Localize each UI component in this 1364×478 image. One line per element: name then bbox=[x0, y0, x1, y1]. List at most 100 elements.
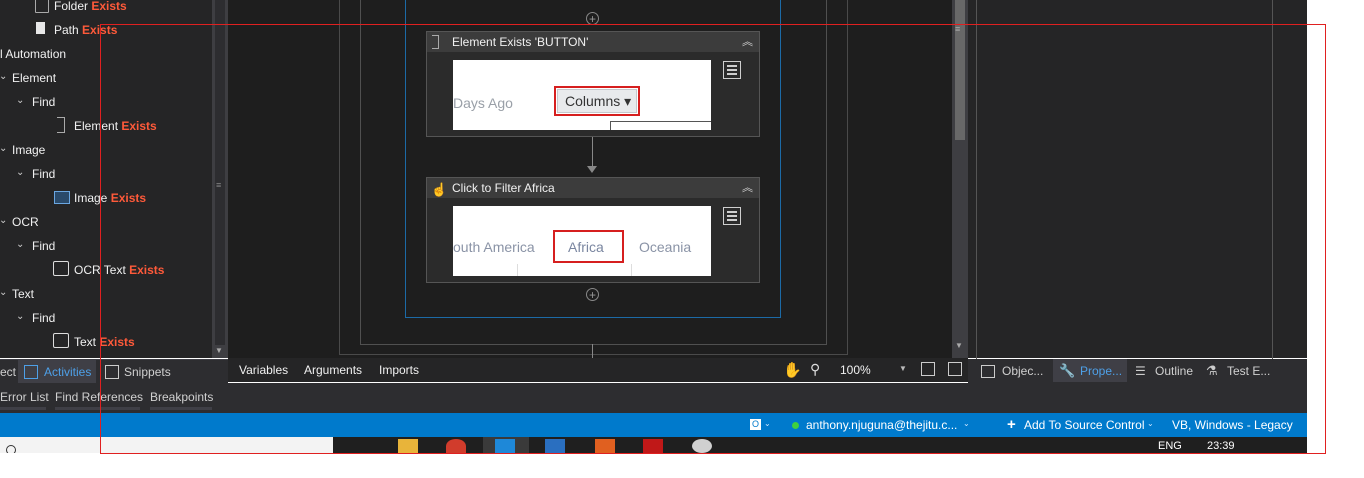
chevron-down-icon[interactable]: ⌄ bbox=[0, 215, 7, 226]
app-icon[interactable] bbox=[692, 439, 712, 453]
tree-item-element-exists[interactable]: Element Exists bbox=[74, 118, 157, 134]
collapse-icon[interactable]: ︽ bbox=[742, 178, 753, 198]
tree-item-folder-exists[interactable]: Folder Exists bbox=[54, 0, 127, 14]
tree-item-label: OCR Text bbox=[74, 263, 130, 277]
tree-item-find[interactable]: Find bbox=[32, 310, 55, 326]
tree-item-ocr[interactable]: OCR bbox=[12, 214, 39, 230]
designer-scrollbar[interactable]: ≡ ▼ bbox=[952, 0, 968, 358]
zoom-level[interactable]: 100% bbox=[840, 358, 871, 382]
tree-item-find[interactable]: Find bbox=[32, 166, 55, 182]
tree-item-find[interactable]: Find bbox=[32, 238, 55, 254]
chevron-down-icon[interactable]: ⌄ bbox=[0, 143, 7, 154]
tree-item-path-exists[interactable]: Path Exists bbox=[54, 22, 117, 38]
tree-item-element[interactable]: Element bbox=[12, 70, 56, 86]
chevron-down-icon[interactable]: ⌄ bbox=[16, 311, 24, 322]
tree-item-ui-automation[interactable]: l Automation bbox=[0, 46, 66, 62]
chevron-down-icon[interactable]: ⌄ bbox=[0, 287, 7, 298]
scroll-down-icon[interactable]: ▼ bbox=[955, 341, 963, 350]
preview-text-right: Oceania bbox=[639, 239, 692, 255]
tree-item-text[interactable]: Text bbox=[12, 286, 34, 302]
app-icon[interactable] bbox=[545, 439, 565, 453]
search-icon[interactable] bbox=[6, 445, 16, 453]
tree-item-highlight: Exists bbox=[91, 0, 127, 13]
tree-item-find[interactable]: Find bbox=[32, 94, 55, 110]
activity-click-filter[interactable]: ☝ Click to Filter Africa ︽ outh America … bbox=[426, 177, 760, 283]
tree-item-highlight: Exists bbox=[110, 191, 147, 205]
app-icon[interactable] bbox=[595, 439, 615, 453]
tab-object[interactable]: Objec... bbox=[1002, 359, 1043, 383]
tree-item-label: Element bbox=[74, 119, 122, 133]
app-icon[interactable] bbox=[495, 439, 515, 453]
hand-icon[interactable]: ✋ bbox=[783, 361, 802, 379]
zoom-icon[interactable]: ⚲ bbox=[810, 361, 820, 378]
preview-divider bbox=[517, 264, 518, 276]
project-language[interactable]: VB, Windows - Legacy bbox=[1172, 413, 1293, 437]
chevron-down-icon[interactable]: ▼ bbox=[899, 364, 907, 373]
tree-item-highlight: Exists bbox=[99, 335, 135, 349]
preview-text: Days Ago bbox=[453, 95, 513, 111]
plus-icon: + bbox=[1007, 416, 1016, 433]
element-exists-icon bbox=[432, 35, 439, 49]
chevron-down-icon[interactable]: ⌄ bbox=[764, 419, 771, 428]
tab-outline[interactable]: Outline bbox=[1155, 359, 1193, 383]
tree-item-label: Element bbox=[12, 71, 57, 85]
add-to-source-control[interactable]: Add To Source Control bbox=[1024, 413, 1145, 437]
tab-activities[interactable]: Activities bbox=[44, 360, 91, 384]
tab-arguments[interactable]: Arguments bbox=[304, 358, 362, 382]
fit-screen-icon[interactable] bbox=[921, 362, 935, 376]
taskbar-search-box[interactable] bbox=[0, 437, 333, 453]
activities-scrollbar[interactable]: ≡ ▼ bbox=[212, 0, 228, 358]
tree-item-ocr-text-exists[interactable]: OCR Text Exists bbox=[74, 262, 164, 278]
tab-imports[interactable]: Imports bbox=[379, 358, 419, 382]
activity-element-exists[interactable]: Element Exists 'BUTTON' ︽ Days Ago Colum… bbox=[426, 31, 760, 137]
tree-item-label: OCR bbox=[12, 215, 39, 229]
tab-project[interactable]: ect bbox=[0, 360, 16, 384]
tree-item-text-exists[interactable]: Text Exists bbox=[74, 334, 135, 350]
tab-breakpoints[interactable]: Breakpoints bbox=[150, 390, 213, 404]
scrollbar-thumb[interactable] bbox=[955, 0, 965, 140]
tab-variables[interactable]: Variables bbox=[239, 358, 288, 382]
tab-underline bbox=[0, 407, 46, 410]
activities-icon bbox=[24, 365, 38, 379]
click-icon: ☝ bbox=[431, 182, 448, 197]
tree-item-image-exists[interactable]: Image Exists bbox=[74, 190, 146, 206]
tree-item-label: Text bbox=[74, 335, 100, 349]
tab-snippets[interactable]: Snippets bbox=[124, 360, 171, 384]
chevron-down-icon[interactable]: ⌄ bbox=[1147, 419, 1154, 428]
outline-icon: ☰ bbox=[1135, 364, 1146, 378]
chevron-down-icon[interactable]: ⌄ bbox=[16, 167, 24, 178]
tab-properties[interactable]: Prope... bbox=[1080, 359, 1122, 383]
chevron-down-icon[interactable]: ⌄ bbox=[16, 239, 24, 250]
tab-test-explorer[interactable]: Test E... bbox=[1227, 359, 1270, 383]
tree-item-highlight: Exists bbox=[129, 263, 165, 277]
chevron-down-icon[interactable]: ⌄ bbox=[963, 419, 970, 428]
add-activity-icon[interactable]: + bbox=[586, 288, 599, 301]
grip-icon: ≡ bbox=[955, 24, 961, 34]
activities-panel: Folder Exists Path Exists l Automation ⌄… bbox=[0, 0, 228, 358]
activity-title: Element Exists 'BUTTON' bbox=[452, 35, 589, 49]
tab-find-references[interactable]: Find References bbox=[55, 390, 143, 404]
tree-item-highlight: Exists bbox=[121, 119, 157, 133]
file-explorer-icon[interactable] bbox=[398, 439, 418, 453]
connector-line bbox=[592, 137, 593, 169]
tree-item-image[interactable]: Image bbox=[12, 142, 45, 158]
activity-header[interactable]: Element Exists 'BUTTON' ︽ bbox=[427, 32, 759, 52]
orchestrator-icon[interactable]: O bbox=[750, 419, 761, 430]
browser-icon[interactable] bbox=[446, 439, 466, 453]
menu-icon[interactable] bbox=[723, 207, 741, 225]
input-language[interactable]: ENG bbox=[1158, 440, 1182, 452]
clock-time[interactable]: 23:39 bbox=[1207, 440, 1235, 452]
grip-icon: ≡ bbox=[216, 180, 222, 190]
collapse-icon[interactable]: ︽ bbox=[742, 32, 753, 52]
add-activity-icon[interactable]: + bbox=[586, 12, 599, 25]
activity-header[interactable]: ☝ Click to Filter Africa ︽ bbox=[427, 178, 759, 198]
scroll-down-icon[interactable]: ▼ bbox=[215, 346, 223, 355]
menu-icon[interactable] bbox=[723, 61, 741, 79]
scrollbar-thumb[interactable] bbox=[215, 0, 225, 345]
overview-icon[interactable] bbox=[948, 362, 962, 376]
chevron-down-icon[interactable]: ⌄ bbox=[0, 71, 7, 82]
chevron-down-icon[interactable]: ⌄ bbox=[16, 95, 24, 106]
user-account[interactable]: anthony.njuguna@thejitu.c... bbox=[806, 413, 957, 437]
app-icon[interactable] bbox=[643, 439, 663, 453]
tab-error-list[interactable]: Error List bbox=[0, 390, 49, 404]
